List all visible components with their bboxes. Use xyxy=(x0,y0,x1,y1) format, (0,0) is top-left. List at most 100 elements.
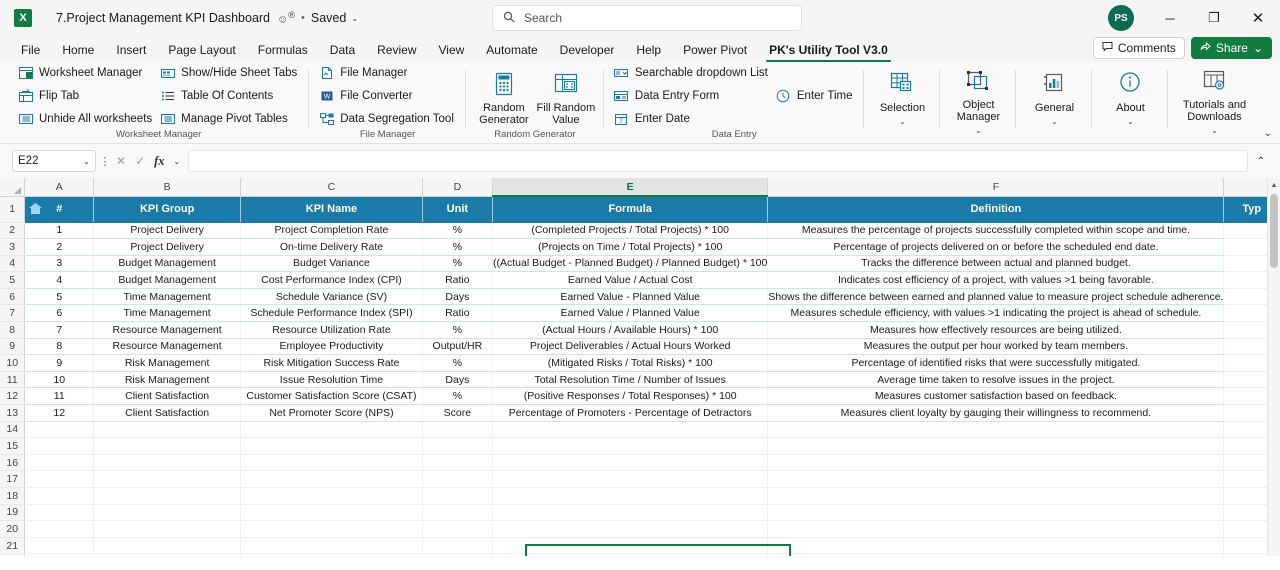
cell-empty[interactable] xyxy=(240,470,423,488)
cell-empty[interactable] xyxy=(93,537,242,555)
save-status[interactable]: Saved xyxy=(311,11,346,25)
confirm-icon[interactable]: ✓ xyxy=(135,154,145,168)
chevron-down-icon[interactable]: ⌄ xyxy=(1127,117,1134,126)
button-file-manager[interactable]: File Manager xyxy=(316,63,459,83)
cell-empty[interactable] xyxy=(240,504,423,522)
row-header[interactable]: 1 xyxy=(0,196,26,223)
button-unhide-all-worksheets[interactable]: Unhide All worksheets xyxy=(15,109,157,129)
cell-empty[interactable] xyxy=(93,470,242,488)
cell-kpi-group[interactable]: Resource Management xyxy=(93,338,242,356)
row-header[interactable]: 5 xyxy=(0,271,26,289)
cell-formula[interactable]: Earned Value - Planned Value xyxy=(492,288,769,306)
formula-bar-more-icon[interactable]: ⋮ xyxy=(96,155,114,168)
cell-formula[interactable]: (Completed Projects / Total Projects) * … xyxy=(492,222,769,240)
cell-definition[interactable]: Percentage of identified risks that were… xyxy=(767,354,1225,372)
cell-num[interactable]: 3 xyxy=(24,255,95,273)
cell-empty[interactable] xyxy=(240,421,423,439)
cell-empty[interactable] xyxy=(492,537,769,555)
cell-num[interactable]: 2 xyxy=(24,238,95,256)
close-button[interactable]: ✕ xyxy=(1236,0,1280,36)
person-share-icon[interactable]: ☺® xyxy=(277,10,295,26)
cell-kpi-group[interactable]: Resource Management xyxy=(93,321,242,339)
row-header[interactable]: 20 xyxy=(0,520,26,538)
fx-chevron-down-icon[interactable]: ⌄ xyxy=(174,157,181,166)
scrollbar-thumb[interactable] xyxy=(1270,194,1278,268)
cell-empty[interactable] xyxy=(767,487,1225,505)
cell-selected-e22[interactable] xyxy=(492,553,769,556)
cell-kpi-group[interactable]: Client Satisfaction xyxy=(93,387,242,406)
cell-empty[interactable] xyxy=(240,553,423,556)
cell-unit[interactable]: Score xyxy=(422,404,494,422)
cell-empty[interactable] xyxy=(422,537,494,555)
cell-empty[interactable] xyxy=(240,437,423,455)
cell-empty[interactable] xyxy=(767,470,1225,488)
cell-num[interactable]: 1 xyxy=(24,222,95,240)
button-table-of-contents[interactable]: Table Of Contents xyxy=(157,86,302,106)
column-header-f[interactable]: F xyxy=(767,178,1225,197)
cell-empty[interactable] xyxy=(93,504,242,522)
cell-definition[interactable]: Percentage of projects delivered on or b… xyxy=(767,238,1225,256)
save-status-chevron-down-icon[interactable]: ⌄ xyxy=(351,14,358,23)
cell-num[interactable]: 10 xyxy=(24,371,95,389)
tab-power-pivot[interactable]: Power Pivot xyxy=(672,41,758,62)
cell-empty[interactable] xyxy=(492,421,769,439)
row-header[interactable]: 12 xyxy=(0,387,26,406)
tab-automate[interactable]: Automate xyxy=(475,41,548,62)
cell-formula[interactable]: Earned Value / Planned Value xyxy=(492,304,769,323)
cell-empty[interactable] xyxy=(767,553,1225,556)
avatar[interactable]: PS xyxy=(1108,5,1134,31)
cell-f1[interactable]: Definition xyxy=(767,196,1225,223)
cell-empty[interactable] xyxy=(24,454,95,472)
cell-definition[interactable]: Tracks the difference between actual and… xyxy=(767,255,1225,273)
button-selection[interactable]: Selection ⌄ xyxy=(871,65,933,125)
cell-b1[interactable]: KPI Group xyxy=(93,196,242,223)
tab-home[interactable]: Home xyxy=(51,41,105,62)
cell-empty[interactable] xyxy=(240,537,423,555)
cell-kpi-name[interactable]: Net Promoter Score (NPS) xyxy=(240,404,423,422)
button-object-manager[interactable]: Object Manager ⌄ xyxy=(947,62,1009,135)
button-data-segregation-tool[interactable]: Data Segregation Tool xyxy=(316,109,459,129)
cell-empty[interactable] xyxy=(767,421,1225,439)
row-header[interactable]: 4 xyxy=(0,255,26,273)
cell-empty[interactable] xyxy=(24,520,95,538)
row-header[interactable]: 19 xyxy=(0,504,26,522)
button-fill-random-value[interactable]: Fill Random Value xyxy=(535,65,597,127)
cell-formula[interactable]: (Positive Responses / Total Responses) *… xyxy=(492,387,769,406)
cell-definition[interactable]: Measures customer satisfaction based on … xyxy=(767,387,1225,406)
cell-empty[interactable] xyxy=(422,421,494,439)
tab-file[interactable]: File xyxy=(10,41,51,62)
row-header[interactable]: 2 xyxy=(0,222,26,240)
home-icon[interactable] xyxy=(28,202,43,218)
row-header[interactable]: 18 xyxy=(0,487,26,505)
cell-kpi-name[interactable]: Customer Satisfaction Score (CSAT) xyxy=(240,387,423,406)
share-button[interactable]: Share ⌄ xyxy=(1190,37,1272,59)
chevron-down-icon[interactable]: ⌄ xyxy=(899,117,906,126)
cell-num[interactable]: 7 xyxy=(24,321,95,339)
cell-empty[interactable] xyxy=(93,454,242,472)
cell-empty[interactable] xyxy=(24,437,95,455)
cell-definition[interactable]: Measures schedule efficiency, with value… xyxy=(767,304,1225,323)
column-header-d[interactable]: D xyxy=(422,178,494,197)
row-header[interactable]: 22 xyxy=(0,553,26,556)
formula-input[interactable] xyxy=(188,150,1248,172)
cell-unit[interactable]: % xyxy=(422,387,494,406)
search-bar[interactable]: Search xyxy=(492,5,802,31)
cell-empty[interactable] xyxy=(422,553,494,556)
cell-unit[interactable]: % xyxy=(422,255,494,273)
row-header[interactable]: 17 xyxy=(0,470,26,488)
cell-num[interactable]: 8 xyxy=(24,338,95,356)
cell-empty[interactable] xyxy=(24,553,95,556)
button-data-entry-form[interactable]: Data Entry Form xyxy=(611,86,773,106)
cell-empty[interactable] xyxy=(240,454,423,472)
button-general[interactable]: General ⌄ xyxy=(1023,65,1085,125)
cell-empty[interactable] xyxy=(422,520,494,538)
cell-unit[interactable]: Output/HR xyxy=(422,338,494,356)
column-header-c[interactable]: C xyxy=(240,178,423,197)
cell-formula[interactable]: (Mitigated Risks / Total Risks) * 100 xyxy=(492,354,769,372)
cell-empty[interactable] xyxy=(240,487,423,505)
insert-function-icon[interactable]: fx xyxy=(154,154,164,169)
cell-empty[interactable] xyxy=(24,421,95,439)
cell-empty[interactable] xyxy=(492,437,769,455)
cell-unit[interactable]: Ratio xyxy=(422,271,494,289)
cell-kpi-name[interactable]: Issue Resolution Time xyxy=(240,371,423,389)
